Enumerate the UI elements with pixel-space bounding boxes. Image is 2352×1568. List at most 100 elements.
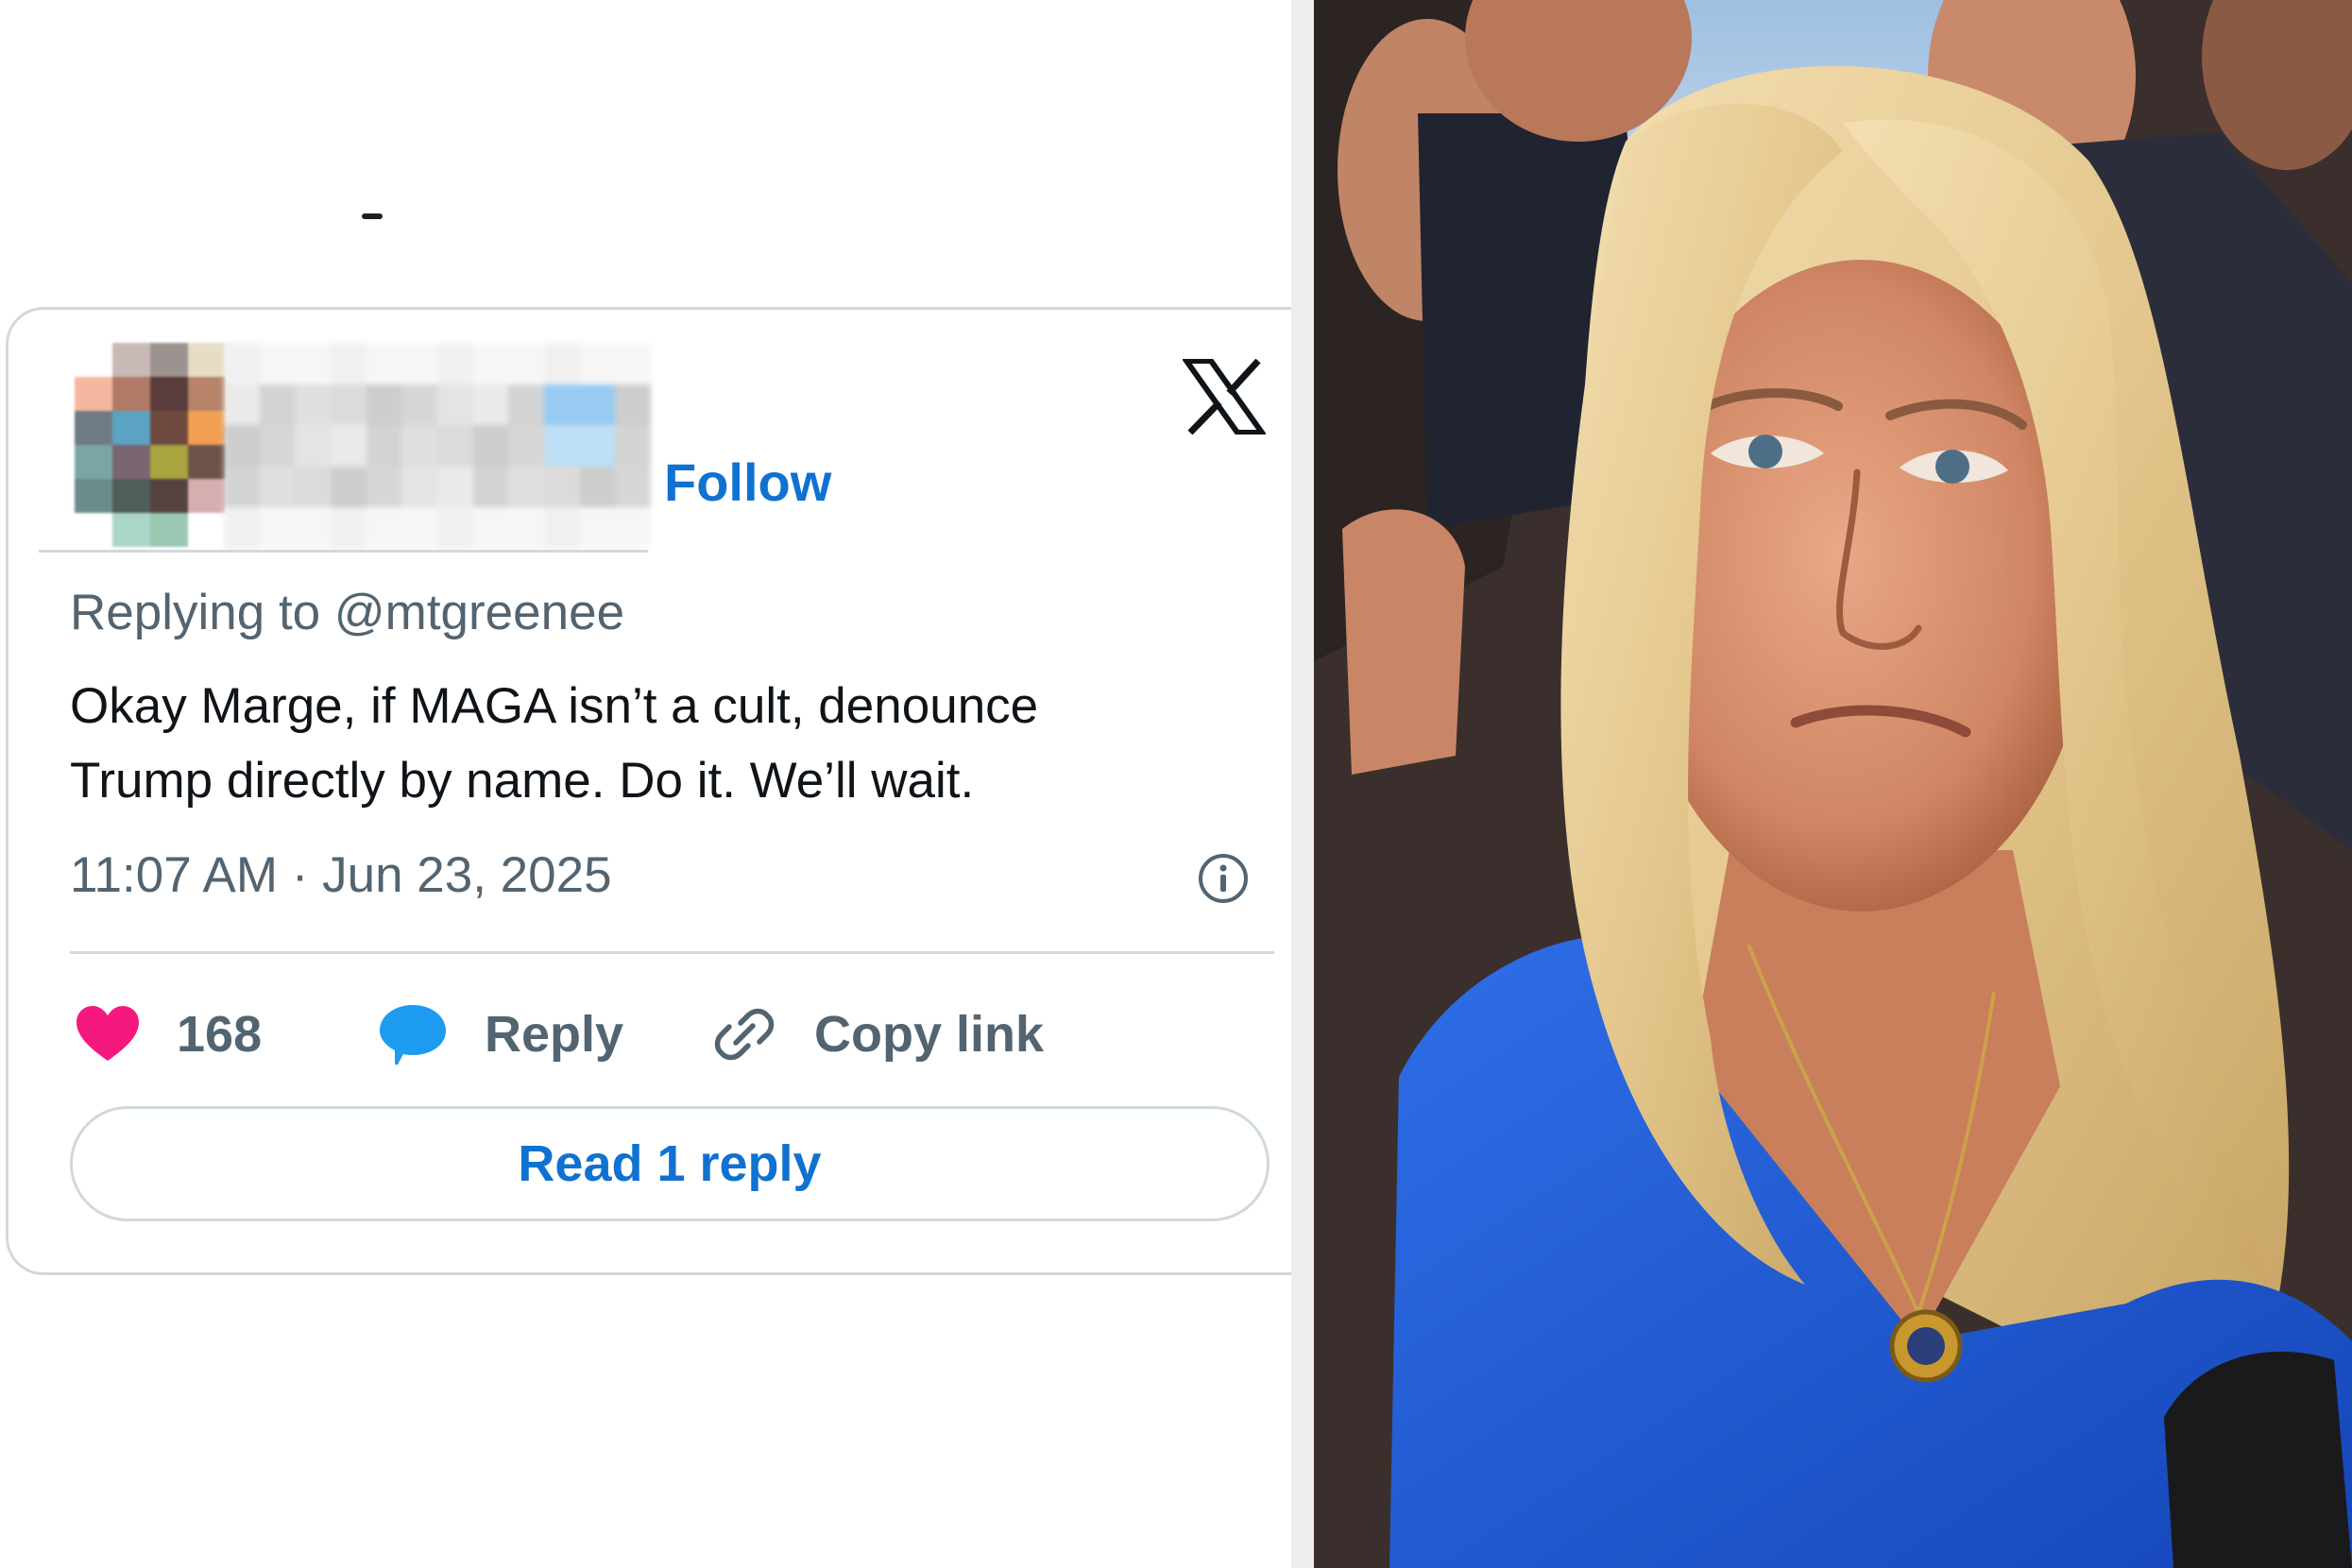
username-pixel	[366, 466, 402, 508]
avatar-pixel	[75, 411, 112, 445]
username-pixel	[366, 507, 402, 549]
username-pixel	[437, 343, 473, 384]
username-pixel	[544, 343, 580, 384]
username-pixel	[295, 507, 331, 549]
username-pixel	[544, 383, 580, 426]
username-pixel	[472, 507, 509, 549]
read-replies-button[interactable]: Read 1 reply	[70, 1106, 1270, 1221]
username-pixel	[224, 383, 260, 426]
avatar-pixel	[150, 343, 188, 377]
tweet-body: Okay Marge, if MAGA isn’t a cult, denoun…	[70, 669, 1260, 818]
tweet-embed-card: Follow Replying to @mtgreenee Okay Marge…	[6, 307, 1291, 1275]
username-pixel	[366, 425, 402, 467]
reply-label: Reply	[485, 1006, 624, 1063]
username-pixel	[295, 343, 331, 384]
username-pixel	[544, 425, 580, 467]
avatar-pixel	[188, 479, 226, 513]
avatar-pixel	[150, 513, 188, 547]
phone-foreground	[2164, 1351, 2352, 1568]
username-pixel	[508, 383, 544, 426]
username-pixel	[437, 507, 473, 549]
username-pixel	[579, 425, 616, 467]
link-icon	[714, 1008, 775, 1061]
username-pixel	[544, 507, 580, 549]
username-pixel	[615, 425, 651, 467]
tweet-screenshot-panel: Follow Replying to @mtgreenee Okay Marge…	[0, 0, 1291, 1568]
username-pixel	[295, 383, 331, 426]
username-pixel	[331, 466, 366, 508]
left-iris	[1748, 435, 1782, 469]
username-pixel	[437, 425, 473, 467]
username-pixel	[259, 507, 296, 549]
username-pixel	[579, 343, 616, 384]
username-pixel	[579, 466, 616, 508]
like-count: 168	[177, 1006, 263, 1063]
tweet-text-line: Trump directly by name. Do it. We’ll wai…	[70, 753, 975, 809]
right-iris	[1935, 450, 1969, 484]
photo-illustration	[1314, 0, 2352, 1568]
pixelated-avatar	[75, 343, 226, 549]
username-pixel	[224, 343, 260, 384]
username-pixel	[366, 383, 402, 426]
avatar-pixel	[75, 479, 112, 513]
avatar-pixel	[75, 377, 112, 411]
username-pixel	[259, 343, 296, 384]
x-logo-icon[interactable]	[1183, 359, 1266, 435]
username-pixel	[472, 425, 509, 467]
username-pixel	[295, 425, 331, 467]
pendant-center	[1907, 1327, 1945, 1365]
avatar-pixel	[112, 445, 150, 479]
avatar-pixel	[188, 377, 226, 411]
username-pixel	[224, 425, 260, 467]
username-pixel	[544, 466, 580, 508]
reply-button[interactable]: Reply	[377, 992, 623, 1077]
avatar-pixel	[150, 479, 188, 513]
avatar-pixel	[75, 343, 112, 377]
tweet-action-bar: 168 Reply Copy link	[75, 992, 1274, 1077]
avatar-pixel	[150, 445, 188, 479]
avatar-pixel	[112, 343, 150, 377]
cropped-text-fragment	[362, 213, 383, 219]
copy-link-label: Copy link	[814, 1006, 1045, 1063]
username-pixel	[295, 466, 331, 508]
avatar-pixel	[112, 513, 150, 547]
username-pixel	[472, 343, 509, 384]
username-pixel	[437, 466, 473, 508]
avatar-pixel	[188, 445, 226, 479]
username-pixel	[472, 466, 509, 508]
username-pixel	[508, 343, 544, 384]
avatar-pixel	[75, 513, 112, 547]
username-pixel	[331, 383, 366, 426]
tweet-divider	[70, 951, 1274, 954]
speech-bubble-icon	[380, 1005, 446, 1065]
avatar-pixel	[75, 445, 112, 479]
username-pixel	[579, 383, 616, 426]
username-pixel	[259, 425, 296, 467]
raised-hand	[1342, 509, 1465, 775]
header-divider	[39, 550, 648, 553]
username-pixel	[224, 466, 260, 508]
username-pixel	[401, 425, 437, 467]
copy-link-button[interactable]: Copy link	[710, 992, 1044, 1077]
replying-to-text: Replying to @mtgreenee	[70, 585, 625, 640]
tweet-text-line: Okay Marge, if MAGA isn’t a cult, denoun…	[70, 678, 1039, 734]
follow-button[interactable]: Follow	[664, 452, 831, 513]
username-pixel	[401, 466, 437, 508]
tweet-timestamp[interactable]: 11:07 AM · Jun 23, 2025	[70, 846, 612, 904]
username-pixel	[401, 343, 437, 384]
avatar-pixel	[188, 411, 226, 445]
info-icon[interactable]	[1197, 852, 1250, 905]
pixelated-username	[224, 343, 651, 549]
username-pixel	[508, 425, 544, 467]
username-pixel	[615, 383, 651, 426]
portrait-photo	[1314, 0, 2352, 1568]
username-pixel	[437, 383, 473, 426]
heart-icon	[77, 1006, 139, 1061]
username-pixel	[508, 466, 544, 508]
username-pixel	[224, 507, 260, 549]
avatar-pixel	[112, 411, 150, 445]
avatar-pixel	[188, 343, 226, 377]
username-pixel	[401, 383, 437, 426]
username-pixel	[472, 383, 509, 426]
like-button[interactable]: 168	[75, 992, 262, 1077]
